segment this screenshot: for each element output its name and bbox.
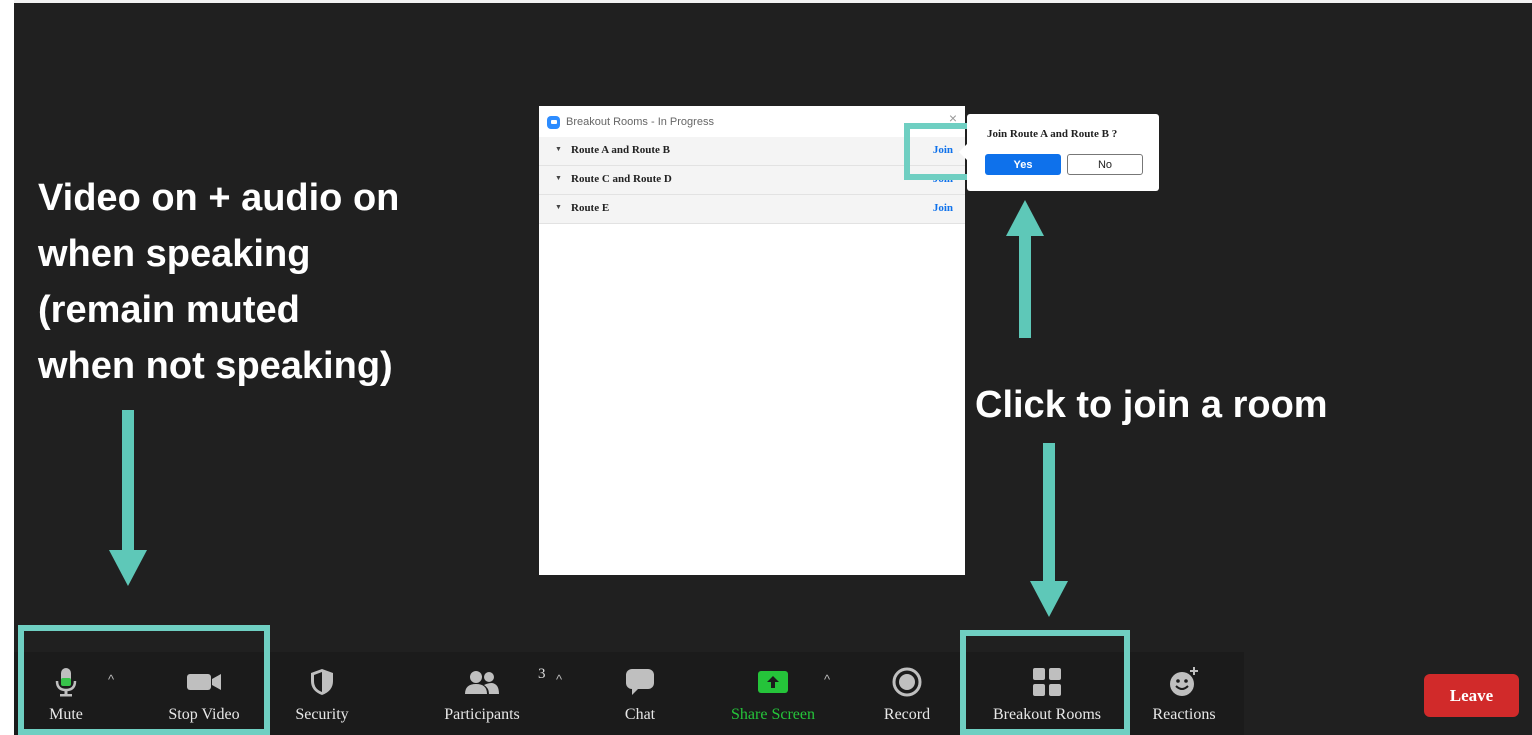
audio-video-instruction: Video on + audio on when speaking (remai… (38, 170, 508, 394)
room-name: Route E (571, 202, 610, 214)
room-name: Route C and Route D (571, 173, 672, 185)
expand-caret-icon[interactable]: ▼ (555, 146, 562, 153)
join-confirm-popover: Join Route A and Route B ? Yes No (967, 114, 1159, 191)
share-screen-label: Share Screen (731, 706, 815, 723)
audio-video-highlight-box (18, 625, 270, 735)
security-label: Security (295, 706, 349, 723)
breakout-rooms-highlight-box (960, 630, 1130, 735)
chat-label: Chat (624, 706, 656, 723)
expand-caret-icon[interactable]: ▼ (555, 175, 562, 182)
chat-button[interactable]: Chat (615, 662, 665, 732)
record-icon (891, 662, 923, 702)
arrow-down-right-head (1030, 581, 1068, 617)
yes-button[interactable]: Yes (985, 154, 1061, 175)
room-row[interactable]: ▼ Route A and Route B Join (539, 137, 965, 166)
record-button[interactable]: Record (875, 662, 939, 732)
instruction-line-2: when speaking (38, 233, 311, 275)
join-question: Join Route A and Route B ? (987, 128, 1118, 140)
participants-options-caret-icon[interactable]: ^ (556, 672, 562, 687)
window-title: Breakout Rooms - In Progress (566, 116, 714, 128)
room-row[interactable]: ▼ Route E Join (539, 195, 965, 224)
arrow-down-left-head (109, 550, 147, 586)
arrow-up-right-shaft (1019, 234, 1031, 338)
leave-button[interactable]: Leave (1424, 674, 1519, 717)
no-button[interactable]: No (1067, 154, 1143, 175)
participants-count: 3 (538, 666, 546, 682)
expand-caret-icon[interactable]: ▼ (555, 204, 562, 211)
zoom-logo-icon (547, 115, 560, 129)
security-button[interactable]: Security (285, 662, 359, 732)
room-row[interactable]: ▼ Route C and Route D Join (539, 166, 965, 195)
share-options-caret-icon[interactable]: ^ (824, 672, 830, 687)
arrow-down-left-shaft (122, 410, 134, 552)
reactions-label: Reactions (1152, 706, 1216, 723)
top-border (14, 0, 1532, 3)
participants-label: Participants (444, 706, 520, 723)
join-room-instruction: Click to join a room (975, 384, 1328, 426)
instruction-line-1: Video on + audio on (38, 177, 400, 219)
smiley-plus-icon (1167, 662, 1201, 702)
participants-icon: 3 (462, 662, 546, 702)
window-title-bar: Breakout Rooms - In Progress (547, 112, 714, 132)
reactions-button[interactable]: Reactions (1144, 662, 1224, 732)
left-margin (0, 0, 14, 735)
instruction-line-4: when not speaking) (38, 345, 393, 387)
participants-button[interactable]: 3 Participants (430, 662, 546, 732)
join-room-button[interactable]: Join (933, 202, 953, 214)
share-screen-icon (756, 662, 790, 702)
record-label: Record (883, 706, 931, 723)
instruction-line-3: (remain muted (38, 289, 300, 331)
chat-bubble-icon (624, 662, 656, 702)
share-screen-button[interactable]: Share Screen (718, 662, 828, 732)
arrow-up-right-head (1006, 200, 1044, 236)
arrow-down-right-shaft (1043, 443, 1055, 583)
room-name: Route A and Route B (571, 144, 671, 156)
popover-pointer (959, 144, 967, 160)
shield-icon (309, 662, 335, 702)
breakout-rooms-window: Breakout Rooms - In Progress × ▼ Route A… (539, 106, 965, 575)
